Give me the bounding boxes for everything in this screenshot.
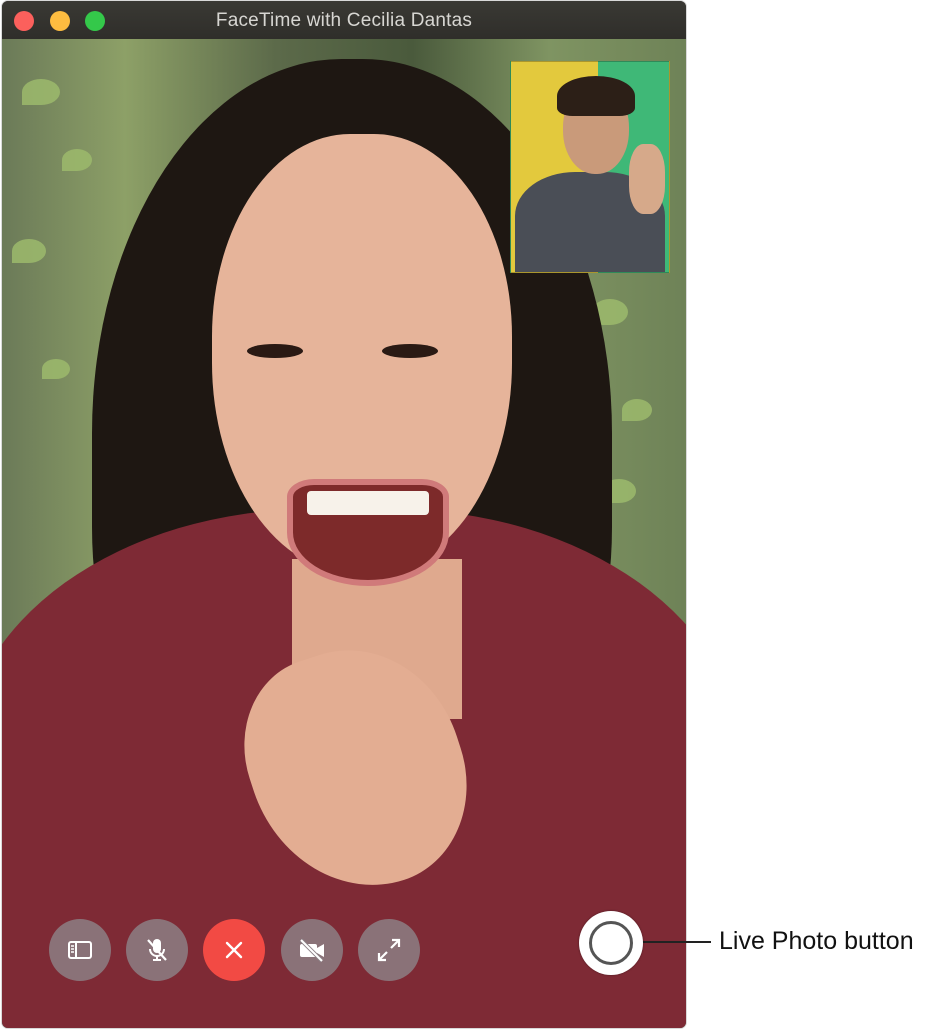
live-photo-callout-label: Live Photo button bbox=[719, 927, 914, 955]
self-view-pip[interactable] bbox=[510, 61, 670, 273]
video-off-button[interactable] bbox=[281, 919, 343, 981]
window-title: FaceTime with Cecilia Dantas bbox=[215, 10, 473, 31]
fullscreen-button[interactable] bbox=[358, 919, 420, 981]
sidebar-button[interactable] bbox=[49, 919, 111, 981]
video-camera-slash-icon bbox=[299, 938, 324, 963]
close-x-icon bbox=[225, 941, 243, 959]
microphone-slash-icon bbox=[147, 939, 167, 961]
sidebar-icon bbox=[68, 941, 92, 959]
facetime-window: FaceTime with Cecilia Dantas bbox=[2, 1, 686, 1028]
mute-button[interactable] bbox=[126, 919, 188, 981]
expand-arrows-icon bbox=[377, 938, 401, 962]
live-photo-button[interactable] bbox=[579, 911, 643, 975]
title-bar: FaceTime with Cecilia Dantas bbox=[2, 1, 686, 39]
callout-line bbox=[641, 941, 711, 943]
live-photo-shutter-icon bbox=[589, 921, 633, 965]
end-call-button[interactable] bbox=[203, 919, 265, 981]
